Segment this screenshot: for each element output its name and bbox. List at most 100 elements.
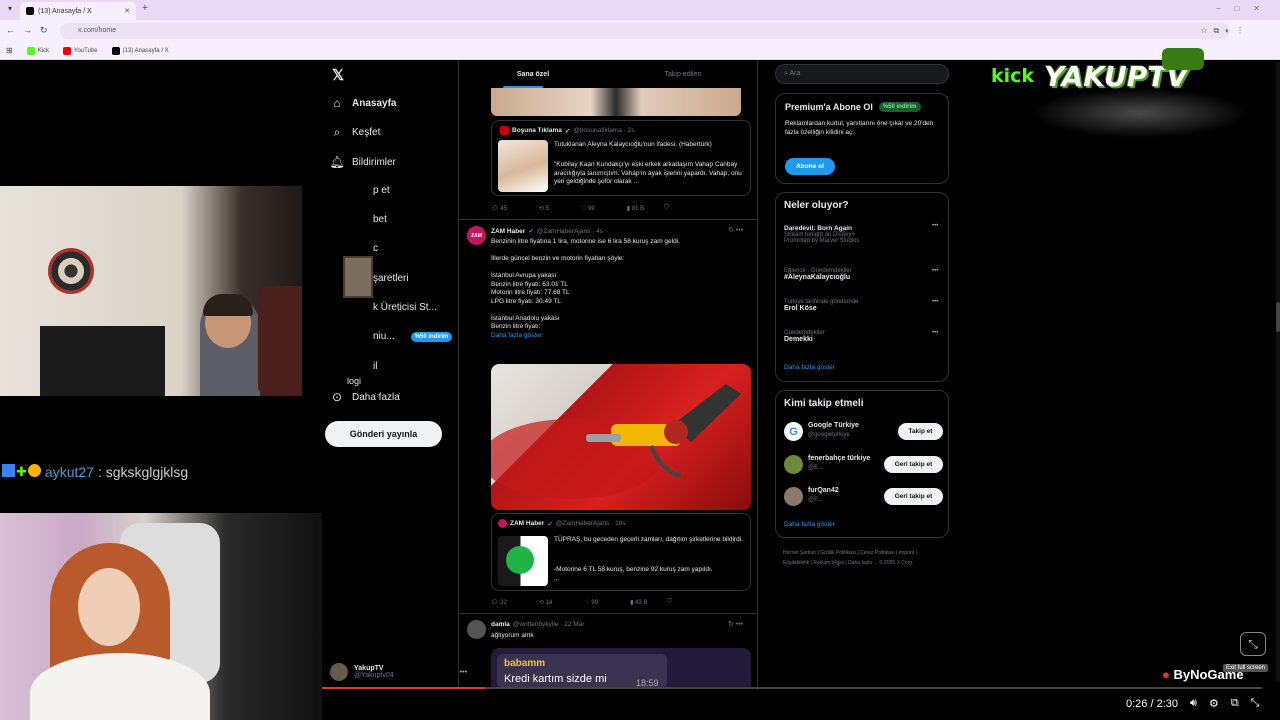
home-icon: ⌂ — [333, 96, 341, 110]
more-dots-icon[interactable]: ••• — [932, 268, 938, 274]
follow-back-button[interactable]: Geri takip et — [884, 488, 943, 505]
grok-and-more-icons[interactable]: ↻ ••• — [728, 620, 743, 628]
footer-link[interactable]: Erişilebilirlik — [783, 560, 809, 566]
bookmark-icon[interactable]: ⛉ — [664, 205, 669, 212]
nav-login-fragment[interactable]: logi — [347, 376, 361, 386]
nav-bookmarks[interactable]: şaretleri — [373, 273, 409, 284]
badge-icon — [2, 464, 15, 477]
footer-link[interactable]: Gizlilik Politikası — [820, 550, 856, 556]
kick-icon — [26, 46, 35, 55]
avatar[interactable]: ZAM — [467, 226, 486, 245]
more-dots-icon[interactable]: ••• — [932, 299, 938, 305]
like-button[interactable]: ♡ 99 — [584, 599, 598, 606]
follow-suggestion[interactable]: G Google Türkiye @googleturkiye Takip et — [784, 421, 944, 443]
volume-icon[interactable]: 🔊︎ — [1190, 697, 1197, 710]
nav-buttons[interactable]: ←→↻ — [6, 25, 56, 36]
retweet-button[interactable]: ⟲ 14 — [539, 599, 552, 606]
kick-logo: kick — [991, 65, 1035, 87]
verified-icon: ✔ — [564, 127, 571, 135]
quote-body-2: -Motorine 6 TL 58 kuruş, benzine 92 kuru… — [554, 566, 713, 573]
reply-button[interactable]: 💬︎ 32 — [491, 599, 507, 606]
search-input[interactable]: ⌕ Ara — [775, 64, 949, 84]
nav-explore[interactable]: ⌕ Keşfet — [330, 125, 381, 139]
apps-icon[interactable]: ⊞ — [6, 46, 13, 55]
reply-button[interactable]: 💬︎ 45 — [491, 205, 507, 212]
toolbar-icons[interactable]: ☆⧉◐⋮ — [1200, 26, 1250, 36]
close-tab-icon[interactable]: ✕ — [124, 7, 130, 15]
footer-link[interactable]: Reklam bilgisi — [813, 560, 844, 566]
browser-tab[interactable]: (13) Anasayfa / X ✕ — [20, 2, 136, 20]
nav-profile[interactable]: il — [373, 361, 377, 372]
like-button[interactable]: ♡ 99 — [581, 205, 595, 212]
nav-item-6[interactable]: c — [373, 243, 378, 254]
follow-suggestion[interactable]: fenerbahçe türkiye @E... Geri takip et — [784, 454, 944, 476]
follow-suggestion[interactable]: furQan42 @F... Geri takip et — [784, 486, 944, 508]
retweet-button[interactable]: ⟲ 5 — [539, 205, 549, 212]
views-button[interactable]: ▮ 43 B — [630, 599, 647, 606]
avatar[interactable] — [467, 620, 486, 639]
grok-and-more-icons[interactable]: ↻ ••• — [728, 226, 743, 234]
tweet-actions: 💬︎ 45 ⟲ 5 ♡ 99 ▮ 81 B ⛉ — [491, 205, 669, 212]
show-more-link[interactable]: Daha fazla göster — [491, 332, 753, 341]
more-dots-icon[interactable]: ••• — [932, 330, 938, 336]
exit-fullscreen-icon[interactable]: ⤡ — [1240, 632, 1266, 656]
follow-back-button[interactable]: Geri takip et — [884, 456, 943, 473]
nav-more[interactable]: ⊙ Daha fazla — [330, 390, 400, 404]
more-dots-icon[interactable]: ••• — [932, 223, 938, 229]
x-logo-icon[interactable]: 𝕏 — [332, 66, 344, 84]
account-switcher[interactable]: YakupTV @Yakuptv04 ••• — [330, 663, 467, 681]
nav-notifications[interactable]: 🔔︎ Bildirimler — [329, 155, 396, 169]
bookmark-kick[interactable]: Kick — [26, 46, 49, 55]
tweet-header: damla @writtenbykylie · 22 Mar — [491, 621, 584, 628]
nav-creator-studio[interactable]: k Üreticisi St... — [373, 302, 437, 313]
page-scrollbar[interactable] — [1276, 62, 1280, 682]
trends-box: Neler oluyor? Daredevil: Born Again Stre… — [775, 192, 949, 382]
nav-premium[interactable]: niu... %50 indirim — [373, 331, 453, 342]
footer-link[interactable]: Daha fazla ... — [848, 560, 877, 566]
video-controls: 0:26 / 2:30 🔊︎ ⚙ ⧉ ⤡ — [1126, 697, 1259, 710]
tweet-image-cropped[interactable] — [491, 88, 741, 116]
fuel-nozzle-graphic — [491, 384, 741, 499]
post-button[interactable]: Gönderi yayınla — [325, 421, 442, 447]
tab-for-you[interactable]: Sana özel — [458, 60, 608, 88]
fullscreen-icon[interactable]: ⤡ — [1251, 697, 1260, 710]
chat-text: : sgkskglgjklsg — [97, 464, 189, 480]
tweet-image-chat[interactable]: babamm Kredi kartım sizde mi 18:59 — [491, 648, 751, 688]
footer-link[interactable]: Imprint — [899, 550, 914, 556]
wtf-title: Kimi takip etmeli — [784, 398, 864, 409]
tweet-author[interactable]: ZAM Haber — [491, 228, 525, 235]
bookmark-x[interactable]: (13) Anasayfa / X — [111, 46, 169, 55]
trend-item[interactable]: Eğlence · Gündemdekiler #AleynaKalaycıoğ… — [784, 268, 942, 281]
bell-icon: 🔔︎ — [329, 155, 345, 169]
tweet-image-fuel-pump[interactable] — [491, 364, 751, 510]
quoted-tweet[interactable]: Boşuna Tıklama ✔ @bosunatiklama · 2s Tut… — [491, 120, 751, 196]
youtube-icon — [63, 46, 72, 55]
tweet-author[interactable]: damla — [491, 621, 510, 628]
nav-item-4[interactable]: p et — [373, 185, 390, 196]
subscribe-button[interactable]: Abone ol — [785, 158, 835, 175]
footer-link[interactable]: Çerez Politikası — [860, 550, 895, 556]
nav-home[interactable]: ⌂ Anasayfa — [330, 96, 396, 110]
trends-title: Neler oluyor? — [784, 200, 849, 211]
new-tab-icon[interactable]: + — [142, 3, 148, 14]
follow-button[interactable]: Takip et — [898, 423, 943, 440]
bookmark-youtube[interactable]: YouTube — [63, 46, 98, 55]
views-button[interactable]: ▮ 81 B — [627, 205, 644, 212]
window-controls[interactable]: –□✕ — [1216, 4, 1274, 13]
settings-gear-icon[interactable]: ⚙ — [1209, 697, 1219, 710]
trend-item[interactable]: Daredevil: Born Again Stream tonight on … — [784, 225, 942, 244]
tab-menu-icon[interactable]: ▾ — [4, 4, 16, 16]
address-bar[interactable]: x.com/home — [60, 23, 1230, 39]
show-more-link[interactable]: Daha fazla göster — [784, 364, 835, 371]
bookmark-icon[interactable]: ⛉ — [667, 599, 672, 606]
quoted-tweet-2[interactable]: ZAM Haber ✔ @ZamHaberAjans · 18s TÜPRAŞ,… — [491, 513, 751, 591]
miniplayer-icon[interactable]: ⧉ — [1231, 697, 1239, 710]
trend-item[interactable]: Türkiye tarihinde gündemde Erol Köse — [784, 299, 942, 312]
video-progress-bar[interactable] — [322, 687, 1262, 689]
show-more-link[interactable]: Daha fazla göster — [784, 521, 835, 528]
footer-link[interactable]: Hizmet Şartları — [783, 550, 816, 556]
trend-item[interactable]: Gündemdekiler Demekki — [784, 330, 942, 343]
tab-following[interactable]: Takip edilen — [608, 60, 758, 88]
tweet-handle: @writtenbykylie · 22 Mar — [512, 621, 585, 628]
nav-item-5[interactable]: bet — [373, 214, 387, 225]
